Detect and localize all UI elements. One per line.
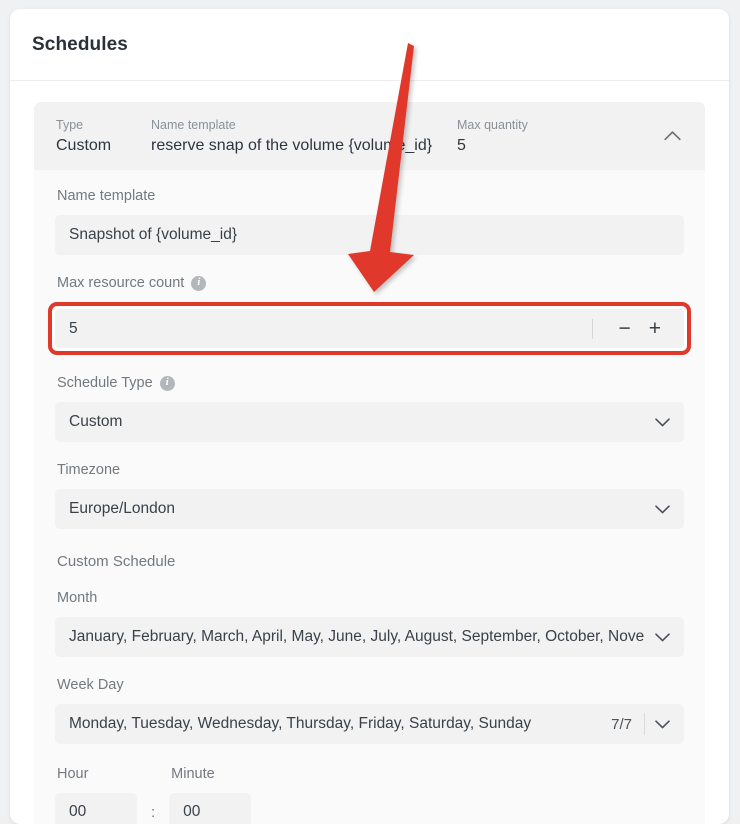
summary-name-template-value: reserve snap of the volume {volume_id} xyxy=(151,136,433,154)
month-label-text: Month xyxy=(57,590,98,606)
summary-name-template-label: Name template xyxy=(151,117,236,132)
card-header: Schedules xyxy=(10,9,729,81)
schedule-type-label-text: Schedule Type xyxy=(57,375,153,391)
summary-max-quantity-value: 5 xyxy=(457,136,466,154)
collapse-toggle-button[interactable] xyxy=(657,121,687,151)
hour-field: Hour 00 xyxy=(55,746,137,824)
page-title: Schedules xyxy=(32,33,128,55)
name-template-label-text: Name template xyxy=(57,188,156,204)
timezone-label: Timezone xyxy=(57,460,684,480)
schedule-summary-header[interactable]: Type Custom Name template reserve snap o… xyxy=(34,102,705,170)
schedule-form: Name template Snapshot of {volume_id} Ma… xyxy=(34,170,705,824)
week-day-value: Monday, Tuesday, Wednesday, Thursday, Fr… xyxy=(69,715,532,732)
time-separator: : xyxy=(151,804,156,821)
info-icon[interactable]: i xyxy=(191,275,207,291)
chevron-down-icon xyxy=(655,632,670,642)
chevron-down-icon xyxy=(655,719,670,729)
week-day-divider xyxy=(644,713,645,735)
minute-label: Minute xyxy=(171,764,251,784)
timezone-select[interactable]: Europe/London xyxy=(55,489,684,529)
stepper-divider xyxy=(592,318,594,339)
summary-type-value: Custom xyxy=(56,136,112,154)
summary-type-label: Type xyxy=(56,117,84,132)
card-body: Type Custom Name template reserve snap o… xyxy=(10,81,729,824)
month-label: Month xyxy=(57,588,684,608)
summary-max-quantity-label: Max quantity xyxy=(457,117,528,132)
schedule-type-value: Custom xyxy=(69,413,123,430)
chevron-up-icon xyxy=(663,129,681,144)
chevron-down-icon xyxy=(655,504,670,514)
month-select[interactable]: January, February, March, April, May, Ju… xyxy=(55,617,684,657)
max-resource-count-value[interactable]: 5 xyxy=(69,320,592,338)
max-resource-count-label: Max resource count i xyxy=(57,273,684,293)
max-resource-count-label-text: Max resource count xyxy=(57,275,185,291)
summary-max-quantity: Max quantity 5 xyxy=(457,117,657,156)
decrement-button[interactable]: − xyxy=(609,318,639,339)
hour-label: Hour xyxy=(57,764,137,784)
max-resource-count-stepper[interactable]: 5 − + xyxy=(55,309,684,348)
info-icon[interactable]: i xyxy=(159,375,175,391)
hour-input[interactable]: 00 xyxy=(55,793,137,824)
week-day-label: Week Day xyxy=(57,675,684,695)
chevron-down-icon xyxy=(655,417,670,427)
custom-schedule-title: Custom Schedule xyxy=(57,553,176,570)
month-value: January, February, March, April, May, Ju… xyxy=(69,628,645,645)
week-day-count: 7/7 xyxy=(611,715,632,733)
hour-label-text: Hour xyxy=(57,766,89,782)
minute-input[interactable]: 00 xyxy=(169,793,252,824)
minute-field: Minute 00 xyxy=(169,746,252,824)
hour-value: 00 xyxy=(69,803,87,820)
minute-value: 00 xyxy=(183,803,201,820)
week-day-select[interactable]: Monday, Tuesday, Wednesday, Thursday, Fr… xyxy=(55,704,684,744)
schedule-type-select[interactable]: Custom xyxy=(55,402,684,442)
summary-name-template: Name template reserve snap of the volume… xyxy=(151,117,457,156)
max-resource-count-highlight: 5 − + xyxy=(48,302,691,355)
app-root: Schedules Type Custom Name template rese… xyxy=(0,0,740,824)
name-template-value: Snapshot of {volume_id} xyxy=(69,226,238,243)
timezone-value: Europe/London xyxy=(69,500,176,517)
name-template-label: Name template xyxy=(57,186,684,206)
timezone-label-text: Timezone xyxy=(57,462,121,478)
increment-button[interactable]: + xyxy=(640,318,670,339)
schedule-item: Type Custom Name template reserve snap o… xyxy=(34,102,705,824)
week-day-label-text: Week Day xyxy=(57,677,124,693)
schedule-type-label: Schedule Type i xyxy=(57,373,684,393)
minute-label-text: Minute xyxy=(171,766,215,782)
name-template-input[interactable]: Snapshot of {volume_id} xyxy=(55,215,684,255)
schedules-card: Schedules Type Custom Name template rese… xyxy=(10,9,729,824)
time-row: Hour 00 : Minute 00 xyxy=(55,746,684,824)
summary-type: Type Custom xyxy=(56,117,151,156)
